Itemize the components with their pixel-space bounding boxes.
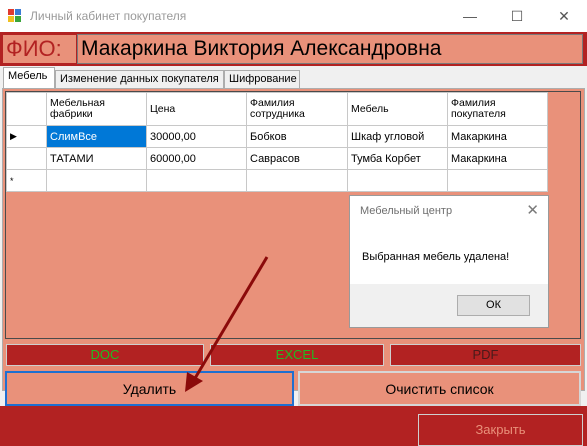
close-button[interactable]: Закрыть bbox=[418, 414, 583, 446]
grid-cell[interactable]: Бобков bbox=[246, 125, 348, 148]
grid-cell[interactable]: 30000,00 bbox=[146, 125, 247, 148]
column-header[interactable]: Цена bbox=[146, 92, 247, 126]
row-current-marker[interactable]: ▶ bbox=[6, 125, 47, 148]
minimize-button[interactable]: — bbox=[447, 0, 493, 32]
grid-cell[interactable]: ТАТАМИ bbox=[46, 147, 147, 170]
app-icon bbox=[8, 9, 21, 22]
export-excel-button[interactable]: EXCEL bbox=[210, 344, 384, 366]
export-doc-button[interactable]: DOC bbox=[6, 344, 204, 366]
export-pdf-button[interactable]: PDF bbox=[390, 344, 581, 366]
delete-button[interactable]: Удалить bbox=[5, 371, 294, 406]
ok-button[interactable]: ОК bbox=[457, 295, 530, 316]
window-title: Личный кабинет покупателя bbox=[30, 9, 187, 23]
grid-cell[interactable]: Саврасов bbox=[246, 147, 348, 170]
message-box: Мебельный центр ✕ Выбранная мебель удале… bbox=[349, 195, 549, 328]
column-header[interactable]: Фамилия сотрудника bbox=[246, 92, 348, 126]
table-row[interactable]: ▶ СлимВсе 30000,00 Бобков Шкаф угловой М… bbox=[6, 125, 548, 148]
fio-field[interactable]: Макаркина Виктория Александровна bbox=[77, 34, 583, 64]
column-header[interactable]: Мебель bbox=[347, 92, 448, 126]
tab-encryption[interactable]: Шифрование bbox=[224, 70, 300, 88]
grid-cell[interactable]: Макаркина bbox=[447, 147, 548, 170]
grid-cell[interactable] bbox=[246, 169, 348, 192]
fio-label: ФИО: bbox=[3, 35, 76, 63]
grid-cell[interactable]: 60000,00 bbox=[146, 147, 247, 170]
grid-cell[interactable]: Шкаф угловой bbox=[347, 125, 448, 148]
maximize-button[interactable]: ☐ bbox=[494, 0, 540, 32]
table-row[interactable]: ТАТАМИ 60000,00 Саврасов Тумба Корбет Ма… bbox=[6, 147, 548, 170]
title-bar: Личный кабинет покупателя — ☐ ✕ bbox=[0, 0, 587, 32]
row-header[interactable] bbox=[6, 147, 47, 170]
tab-customer-data[interactable]: Изменение данных покупателя bbox=[55, 70, 224, 88]
grid-cell[interactable]: Макаркина bbox=[447, 125, 548, 148]
grid-cell[interactable] bbox=[347, 169, 448, 192]
new-row[interactable]: * bbox=[6, 169, 548, 192]
column-header[interactable]: Фамилия покупателя bbox=[447, 92, 548, 126]
message-box-title: Мебельный центр bbox=[360, 205, 453, 217]
message-box-close-button[interactable]: ✕ bbox=[526, 201, 539, 219]
row-header-corner bbox=[6, 92, 47, 126]
grid-cell[interactable] bbox=[447, 169, 548, 192]
grid-cell[interactable]: СлимВсе bbox=[46, 125, 147, 148]
app-window: Личный кабинет покупателя — ☐ ✕ ФИО: Мак… bbox=[0, 0, 587, 446]
grid-cell[interactable] bbox=[146, 169, 247, 192]
new-row-marker[interactable]: * bbox=[6, 169, 47, 192]
grid-cell[interactable]: Тумба Корбет bbox=[347, 147, 448, 170]
close-window-button[interactable]: ✕ bbox=[541, 0, 587, 32]
grid-header-row: Мебельная фабрики Цена Фамилия сотрудник… bbox=[6, 92, 548, 126]
column-header[interactable]: Мебельная фабрики bbox=[46, 92, 147, 126]
message-box-text: Выбранная мебель удалена! bbox=[362, 251, 510, 263]
grid-cell[interactable] bbox=[46, 169, 147, 192]
clear-list-button[interactable]: Очистить список bbox=[298, 371, 581, 406]
tab-furniture[interactable]: Мебель bbox=[3, 67, 55, 88]
